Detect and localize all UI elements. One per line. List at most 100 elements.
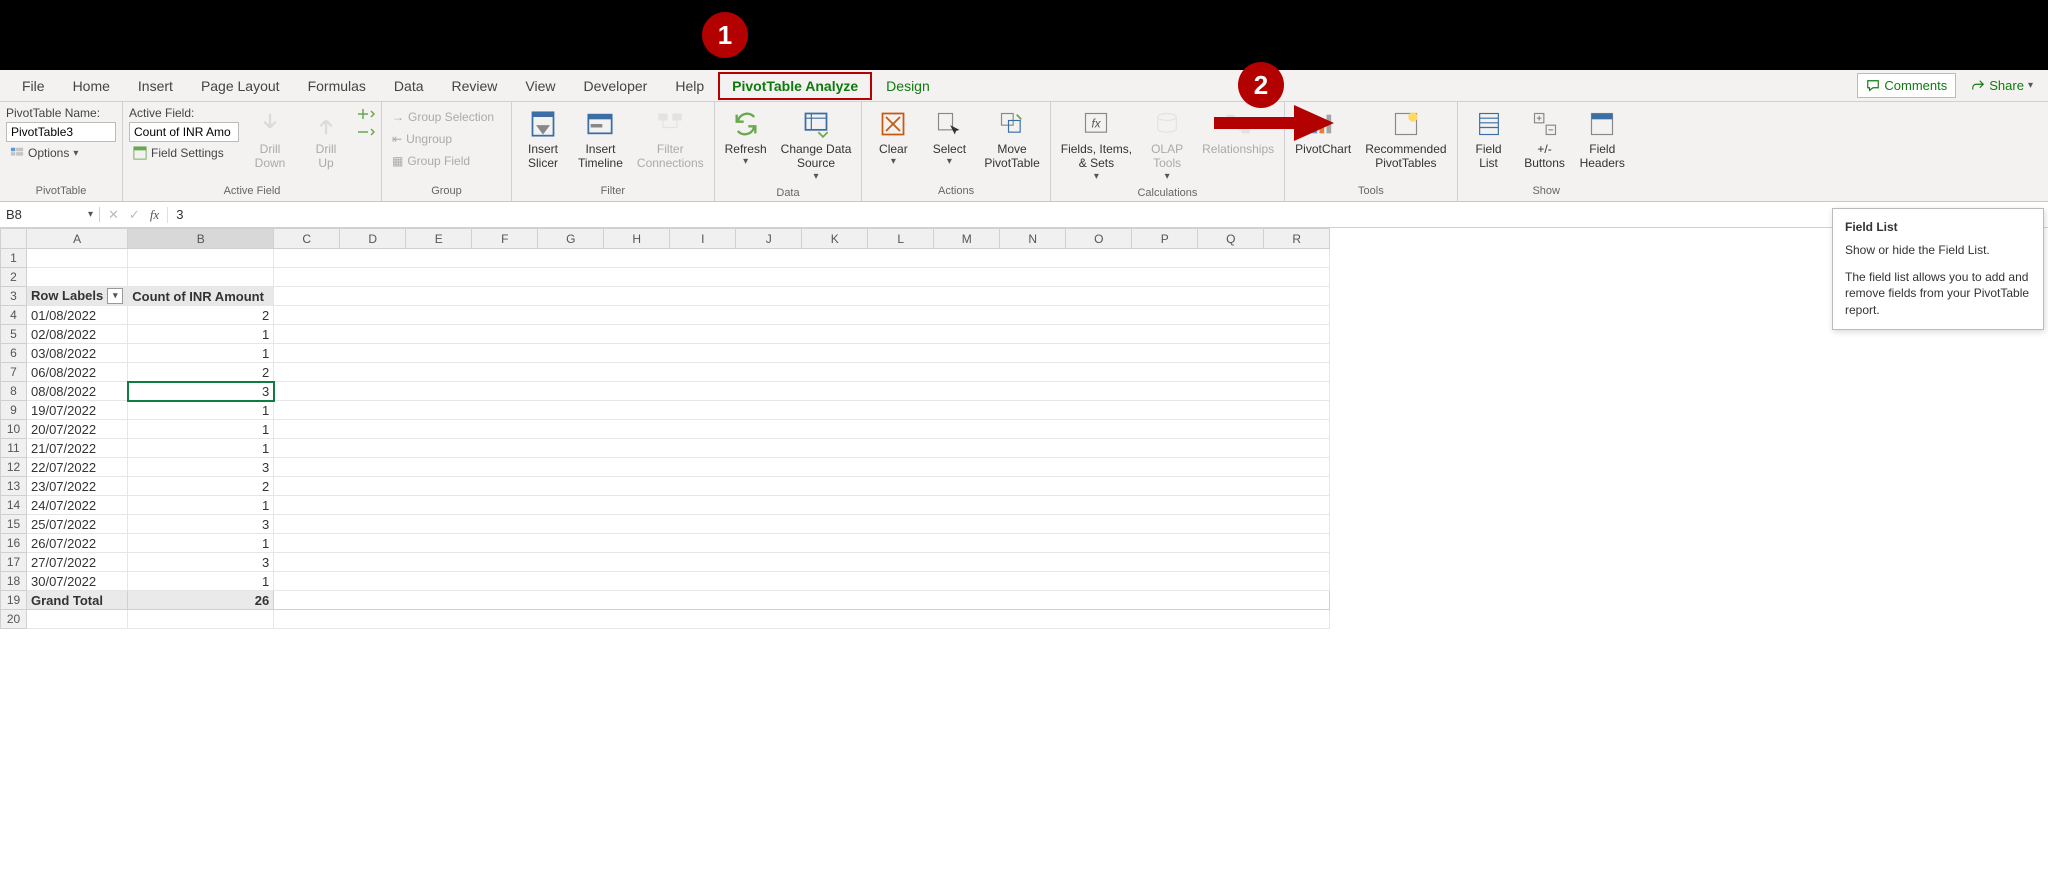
col-header[interactable]: M [934, 229, 1000, 249]
selected-cell[interactable]: 3 [128, 382, 274, 401]
pivot-row-value[interactable]: 3 [128, 553, 274, 572]
pivot-row-label[interactable]: 30/07/2022 [27, 572, 128, 591]
select-all-corner[interactable] [1, 229, 27, 249]
pivot-row-value[interactable]: 1 [128, 572, 274, 591]
tab-file[interactable]: File [8, 72, 59, 100]
tab-view[interactable]: View [511, 72, 569, 100]
row-header[interactable]: 3 [1, 287, 27, 306]
pivot-row-label[interactable]: 08/08/2022 [27, 382, 128, 401]
active-field-input[interactable] [129, 122, 239, 142]
field-headers-button[interactable]: Field Headers [1576, 106, 1629, 173]
fx-icon[interactable]: fx [150, 207, 159, 223]
col-header[interactable]: G [538, 229, 604, 249]
select-button[interactable]: Select▾ [924, 106, 974, 170]
pivot-row-value[interactable]: 3 [128, 458, 274, 477]
col-header[interactable]: J [736, 229, 802, 249]
change-data-source-button[interactable]: Change Data Source▾ [777, 106, 856, 185]
pivot-row-label[interactable]: 02/08/2022 [27, 325, 128, 344]
tab-insert[interactable]: Insert [124, 72, 187, 100]
col-header[interactable]: R [1264, 229, 1330, 249]
row-header[interactable]: 4 [1, 306, 27, 325]
pivot-row-value[interactable]: 1 [128, 325, 274, 344]
col-header[interactable]: B [128, 229, 274, 249]
field-list-button[interactable]: Field List [1464, 106, 1514, 173]
pivot-row-label[interactable]: 21/07/2022 [27, 439, 128, 458]
tab-help[interactable]: Help [661, 72, 718, 100]
pivot-grand-total-label[interactable]: Grand Total [27, 591, 128, 610]
filter-dropdown-icon[interactable]: ▾ [107, 288, 123, 304]
row-header[interactable]: 15 [1, 515, 27, 534]
pivot-row-value[interactable]: 1 [128, 420, 274, 439]
pivot-row-value[interactable]: 2 [128, 306, 274, 325]
row-header[interactable]: 13 [1, 477, 27, 496]
pivot-row-label[interactable]: 27/07/2022 [27, 553, 128, 572]
pivot-grand-total-value[interactable]: 26 [128, 591, 274, 610]
row-header[interactable]: 12 [1, 458, 27, 477]
row-header[interactable]: 5 [1, 325, 27, 344]
row-header[interactable]: 11 [1, 439, 27, 458]
pivot-row-value[interactable]: 1 [128, 439, 274, 458]
clear-button[interactable]: Clear▾ [868, 106, 918, 170]
col-header[interactable]: O [1066, 229, 1132, 249]
options-button[interactable]: Options ▾ [6, 144, 116, 162]
field-settings-button[interactable]: Field Settings [129, 144, 239, 162]
row-header[interactable]: 7 [1, 363, 27, 382]
pivot-row-label[interactable]: 22/07/2022 [27, 458, 128, 477]
pivot-row-value[interactable]: 2 [128, 363, 274, 382]
row-header[interactable]: 20 [1, 610, 27, 629]
row-header[interactable]: 8 [1, 382, 27, 401]
expand-field-icon[interactable] [357, 108, 375, 120]
pivot-row-value[interactable]: 1 [128, 401, 274, 420]
pivot-row-value[interactable]: 2 [128, 477, 274, 496]
tab-data[interactable]: Data [380, 72, 438, 100]
row-header[interactable]: 16 [1, 534, 27, 553]
col-header[interactable]: N [1000, 229, 1066, 249]
row-header[interactable]: 6 [1, 344, 27, 363]
plus-minus-buttons-button[interactable]: +/- Buttons [1520, 106, 1570, 173]
row-header[interactable]: 18 [1, 572, 27, 591]
formula-input[interactable]: 3 [168, 207, 2048, 222]
pivottable-name-input[interactable] [6, 122, 116, 142]
row-header[interactable]: 17 [1, 553, 27, 572]
cancel-formula-icon[interactable]: ✕ [108, 207, 119, 223]
row-header[interactable]: 19 [1, 591, 27, 610]
col-header[interactable]: C [274, 229, 340, 249]
row-header[interactable]: 1 [1, 249, 27, 268]
fields-items-sets-button[interactable]: fx Fields, Items, & Sets▾ [1057, 106, 1136, 185]
tab-review[interactable]: Review [438, 72, 512, 100]
worksheet-grid[interactable]: A B C D E F G H I J K L M N O P Q R 1 2 … [0, 228, 1330, 629]
comments-button[interactable]: Comments [1857, 73, 1956, 98]
col-header[interactable]: K [802, 229, 868, 249]
tab-design[interactable]: Design [872, 72, 944, 100]
tab-home[interactable]: Home [59, 72, 124, 100]
col-header[interactable]: H [604, 229, 670, 249]
pivot-row-label[interactable]: 19/07/2022 [27, 401, 128, 420]
pivot-rowlabels-header[interactable]: Row Labels▾ [27, 287, 128, 306]
pivot-row-label[interactable]: 26/07/2022 [27, 534, 128, 553]
col-header[interactable]: P [1132, 229, 1198, 249]
col-header[interactable]: A [27, 229, 128, 249]
pivot-row-value[interactable]: 3 [128, 515, 274, 534]
collapse-field-icon[interactable] [357, 126, 375, 138]
row-header[interactable]: 9 [1, 401, 27, 420]
col-header[interactable]: F [472, 229, 538, 249]
insert-timeline-button[interactable]: Insert Timeline [574, 106, 627, 173]
pivot-row-label[interactable]: 25/07/2022 [27, 515, 128, 534]
tab-page-layout[interactable]: Page Layout [187, 72, 294, 100]
accept-formula-icon[interactable]: ✓ [129, 207, 140, 223]
row-header[interactable]: 2 [1, 268, 27, 287]
row-header[interactable]: 10 [1, 420, 27, 439]
pivot-row-label[interactable]: 06/08/2022 [27, 363, 128, 382]
tab-formulas[interactable]: Formulas [294, 72, 380, 100]
tab-pivottable-analyze[interactable]: PivotTable Analyze [718, 72, 872, 100]
recommended-pivottables-button[interactable]: Recommended PivotTables [1361, 106, 1450, 173]
col-header[interactable]: E [406, 229, 472, 249]
tab-developer[interactable]: Developer [570, 72, 662, 100]
pivot-row-label[interactable]: 03/08/2022 [27, 344, 128, 363]
pivot-row-label[interactable]: 24/07/2022 [27, 496, 128, 515]
move-pivottable-button[interactable]: Move PivotTable [980, 106, 1043, 173]
share-button[interactable]: Share ▾ [1962, 73, 2042, 98]
pivot-row-label[interactable]: 23/07/2022 [27, 477, 128, 496]
col-header[interactable]: Q [1198, 229, 1264, 249]
row-header[interactable]: 14 [1, 496, 27, 515]
